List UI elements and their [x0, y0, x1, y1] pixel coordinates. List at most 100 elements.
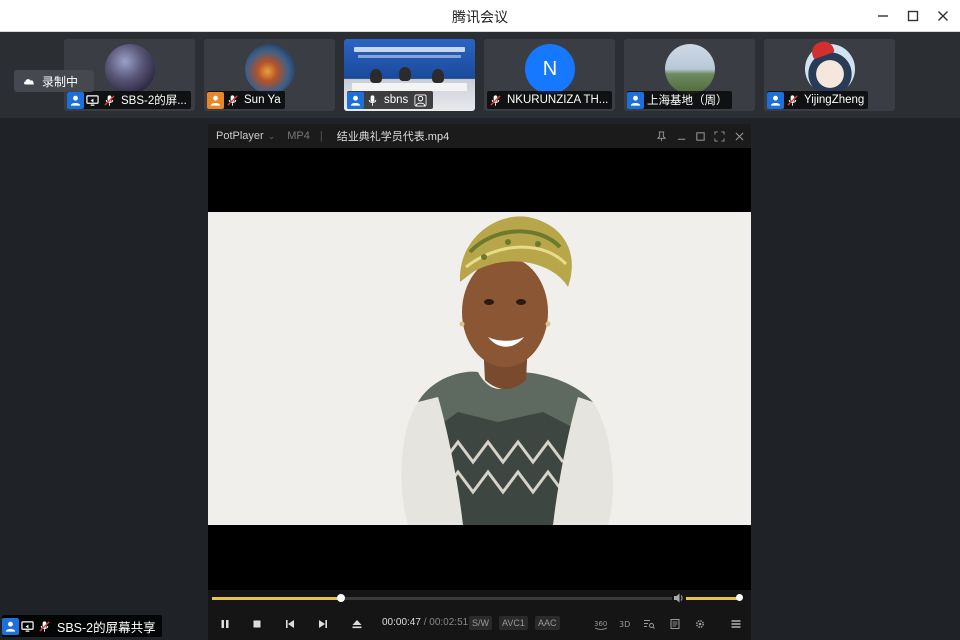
close-button[interactable]	[928, 0, 958, 32]
participant-tile[interactable]: 上海基地（周）	[624, 39, 755, 111]
participant-namebar: NKURUNZIZA TH...	[487, 91, 613, 109]
presenter-icon	[412, 92, 429, 109]
participant-namebar: Sun Ya	[207, 91, 285, 109]
pause-icon	[221, 620, 229, 628]
screen-share-icon	[19, 618, 36, 635]
participant-namebar: YijingZheng	[767, 91, 869, 109]
user-icon	[207, 91, 224, 109]
playlist-search-button[interactable]	[641, 616, 657, 632]
player-brand-menu[interactable]: PotPlayer	[216, 130, 264, 142]
minimize-button[interactable]	[868, 0, 898, 32]
screen-share-icon	[84, 92, 101, 109]
recording-label: 录制中	[42, 74, 79, 89]
open-file-button[interactable]	[350, 616, 364, 632]
subtitle-button[interactable]	[668, 616, 682, 632]
user-icon	[2, 617, 19, 635]
stop-icon	[253, 620, 261, 628]
pin-icon[interactable]	[654, 129, 668, 143]
maximize-icon	[907, 10, 919, 22]
volume-slider[interactable]	[686, 594, 743, 601]
skip-forward-icon	[319, 620, 327, 628]
svg-text:3D: 3D	[619, 620, 630, 629]
player-minimize-icon[interactable]	[674, 129, 688, 143]
volume-icon[interactable]	[673, 592, 685, 604]
next-button[interactable]	[316, 616, 330, 632]
window-title: 腾讯会议	[452, 9, 508, 25]
document-icon	[670, 619, 680, 629]
participant-strip: SBS-2的屏... Sun Ya sbns N NKURUNZIZA TH..…	[0, 32, 960, 118]
file-name: 结业典礼学员代表.mp4	[336, 131, 450, 143]
screen-share-label: SBS-2的屏幕共享	[2, 615, 162, 637]
avatar-letter: N	[542, 57, 558, 80]
gear-icon	[695, 619, 705, 629]
audio-codec-tag[interactable]: AAC	[535, 616, 560, 630]
maximize-button[interactable]	[898, 0, 928, 32]
mic-muted-icon	[101, 92, 118, 109]
user-icon	[627, 91, 644, 109]
hamburger-menu-icon	[731, 620, 741, 628]
eject-icon	[352, 620, 362, 629]
player-close-icon[interactable]	[732, 129, 746, 143]
close-icon	[938, 11, 948, 21]
vr-360-icon: 360	[594, 620, 607, 630]
galaxy-avatar	[105, 44, 155, 94]
mic-muted-icon	[36, 618, 53, 635]
list-search-icon	[644, 620, 655, 629]
speaker-video-image	[208, 212, 751, 525]
user-icon	[347, 91, 364, 109]
svg-text:360: 360	[594, 620, 607, 628]
participant-name: SBS-2的屏...	[121, 95, 187, 107]
recording-indicator[interactable]: 录制中	[14, 70, 94, 92]
participant-tile[interactable]: N NKURUNZIZA TH...	[484, 39, 615, 111]
decoder-tag[interactable]: S/W	[469, 616, 492, 630]
seek-progress	[212, 597, 341, 600]
title-bar: 腾讯会议	[0, 0, 960, 32]
seek-bar[interactable]	[212, 594, 672, 602]
player-controls: 00:00:47 / 00:02:51 S/W AVC1 AAC 360 3D	[208, 590, 751, 640]
user-icon	[67, 91, 84, 109]
current-time: 00:00:47	[382, 617, 421, 628]
participant-name: 上海基地（周）	[647, 95, 728, 107]
3d-icon: 3D	[619, 620, 630, 629]
menu-button[interactable]	[729, 616, 743, 632]
settings-button[interactable]	[693, 616, 707, 632]
volume-level	[686, 597, 740, 600]
landscape-avatar	[665, 44, 715, 94]
mic-icon	[364, 92, 381, 109]
player-maximize-icon[interactable]	[693, 129, 707, 143]
video-frame[interactable]	[208, 212, 751, 525]
volume-handle[interactable]	[736, 594, 743, 601]
chevron-down-icon: ⌄	[267, 130, 276, 141]
total-time: 00:02:51	[429, 617, 469, 628]
participant-tile[interactable]: sbns	[344, 39, 475, 111]
participant-tile[interactable]: YijingZheng	[764, 39, 895, 111]
participant-name: YijingZheng	[804, 94, 865, 106]
share-label-text: SBS-2的屏幕共享	[57, 620, 156, 635]
separator: |	[319, 130, 323, 142]
cloud-icon	[24, 79, 34, 85]
letter-avatar: N	[525, 44, 575, 94]
minimize-icon	[878, 15, 888, 17]
previous-button[interactable]	[283, 616, 297, 632]
pause-button[interactable]	[218, 616, 232, 632]
3d-button[interactable]: 3D	[617, 616, 633, 632]
mic-muted-icon	[784, 92, 801, 109]
time-display: 00:00:47 / 00:02:51	[382, 617, 469, 628]
player-title-bar: PotPlayer ⌄ MP4 | 结业典礼学员代表.mp4	[208, 124, 751, 148]
cartoon-avatar	[805, 39, 855, 94]
potplayer-window: PotPlayer ⌄ MP4 | 结业典礼学员代表.mp4 00:00:47 …	[208, 124, 751, 640]
skip-back-icon	[286, 620, 294, 628]
participant-namebar: 上海基地（周）	[627, 91, 732, 109]
seek-handle[interactable]	[336, 594, 345, 602]
participant-name: Sun Ya	[244, 94, 281, 106]
vr-360-button[interactable]: 360	[592, 616, 610, 632]
nebula-avatar	[245, 44, 295, 94]
user-icon	[767, 91, 784, 109]
mic-muted-icon	[487, 92, 504, 109]
participant-name: NKURUNZIZA TH...	[507, 94, 609, 106]
participant-namebar: sbns	[347, 91, 434, 109]
participant-tile[interactable]: Sun Ya	[204, 39, 335, 111]
fullscreen-icon[interactable]	[712, 129, 726, 143]
video-codec-tag[interactable]: AVC1	[499, 616, 528, 630]
stop-button[interactable]	[250, 616, 264, 632]
